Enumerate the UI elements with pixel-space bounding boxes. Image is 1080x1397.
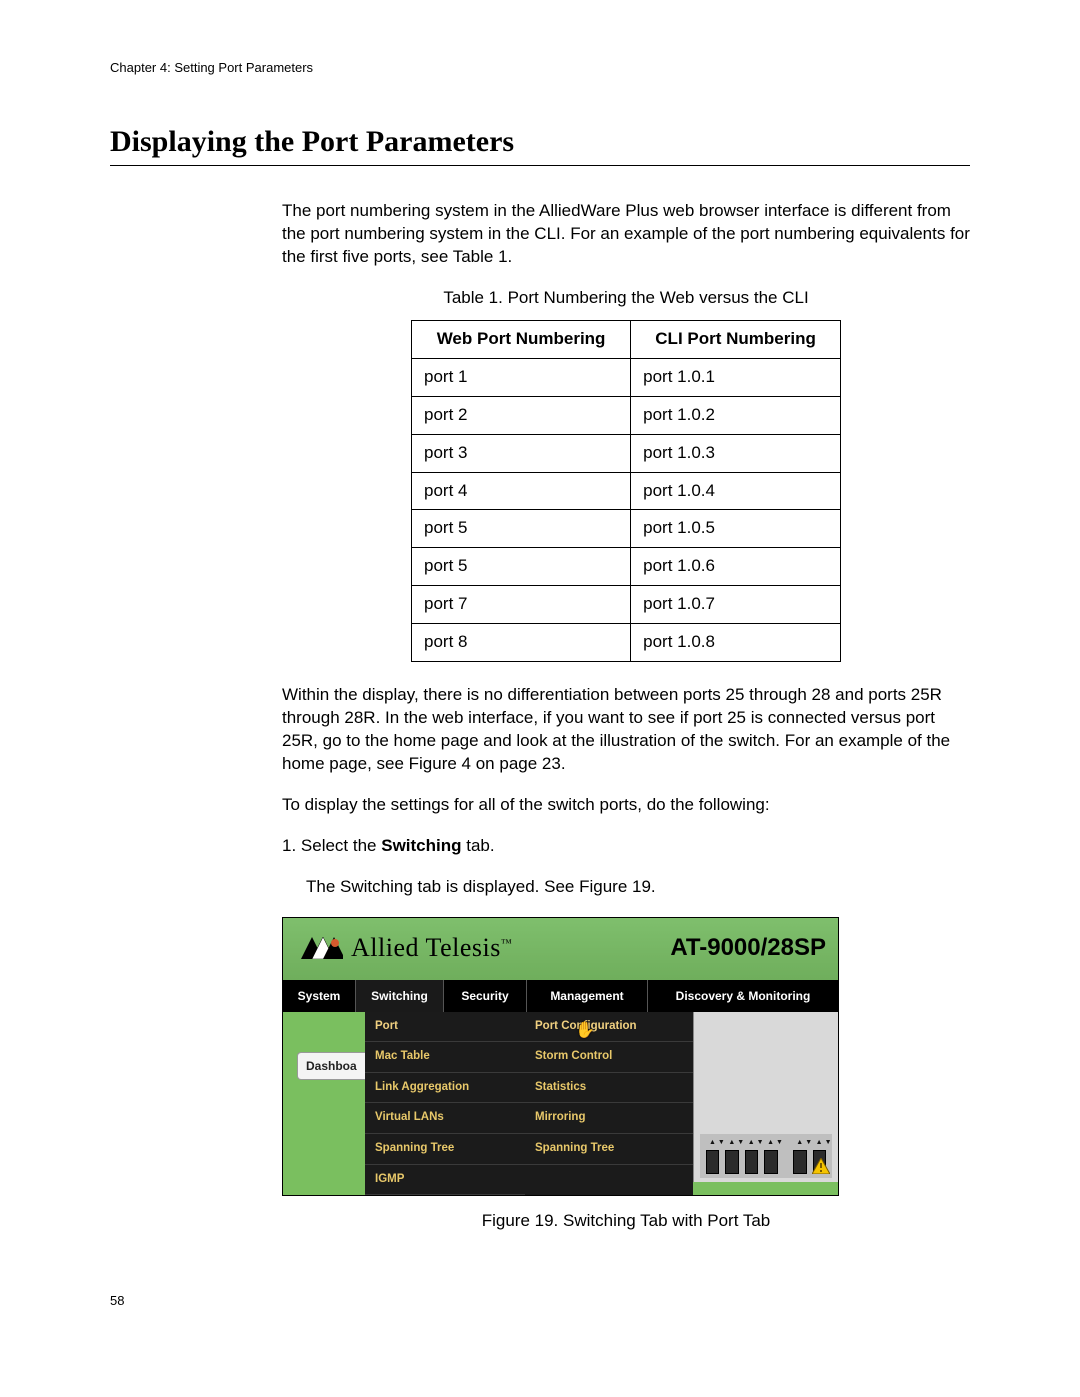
submenu-item-mirroring[interactable]: Mirroring <box>525 1103 693 1134</box>
section-title: Displaying the Port Parameters <box>110 125 970 159</box>
content-area <box>693 1012 838 1182</box>
table-row: port 2port 1.0.2 <box>412 396 841 434</box>
cell-cli: port 1.0.4 <box>631 472 841 510</box>
brand-trademark: ™ <box>501 938 512 950</box>
sidebar: Dashboa <box>297 1012 365 1080</box>
cell-cli: port 1.0.1 <box>631 358 841 396</box>
table-row: port 1port 1.0.1 <box>412 358 841 396</box>
brand-logo-icon <box>301 937 343 959</box>
menu-item-virtual-lans[interactable]: Virtual LANs <box>365 1103 525 1134</box>
brand-name: Allied Telesis <box>351 933 501 962</box>
menu-item-port[interactable]: Port <box>365 1012 525 1043</box>
step-1-bold: Switching <box>381 836 461 855</box>
paragraph-after-table: Within the display, there is no differen… <box>282 684 970 776</box>
menu-item-link-aggregation[interactable]: Link Aggregation <box>365 1073 525 1104</box>
cell-web: port 3 <box>412 434 631 472</box>
section-rule <box>110 165 970 166</box>
port-jack <box>793 1150 806 1174</box>
switching-menu: Port Mac Table Link Aggregation Virtual … <box>365 1012 525 1195</box>
page-number: 58 <box>110 1293 970 1308</box>
menu-item-igmp[interactable]: IGMP <box>365 1165 525 1196</box>
figure-19: Allied Telesis™ AT-9000/28SP System Swit… <box>282 917 970 1233</box>
tab-switching[interactable]: Switching <box>356 980 444 1012</box>
cell-cli: port 1.0.3 <box>631 434 841 472</box>
cell-cli: port 1.0.2 <box>631 396 841 434</box>
brand-text: Allied Telesis™ <box>351 930 512 965</box>
submenu-item-port-configuration[interactable]: Port Configuration <box>525 1012 693 1043</box>
port-jack <box>764 1150 777 1174</box>
port-jack <box>745 1150 758 1174</box>
cell-web: port 5 <box>412 548 631 586</box>
figure-caption: Figure 19. Switching Tab with Port Tab <box>282 1210 970 1233</box>
submenu-item-storm-control[interactable]: Storm Control <box>525 1042 693 1073</box>
cell-web: port 1 <box>412 358 631 396</box>
dropdown-menus: Port Mac Table Link Aggregation Virtual … <box>365 1012 693 1195</box>
table-row: port 8port 1.0.8 <box>412 624 841 662</box>
step-1-suffix: tab. <box>462 836 495 855</box>
tab-discovery-monitoring[interactable]: Discovery & Monitoring <box>648 980 838 1012</box>
tab-security[interactable]: Security <box>444 980 527 1012</box>
brand: Allied Telesis™ <box>301 930 512 965</box>
step-1-prefix: 1. Select the <box>282 836 381 855</box>
device-model: AT-9000/28SP <box>670 932 826 964</box>
submenu-item-statistics[interactable]: Statistics <box>525 1073 693 1104</box>
port-jack <box>725 1150 738 1174</box>
tab-system[interactable]: System <box>283 980 356 1012</box>
cell-web: port 8 <box>412 624 631 662</box>
menu-item-spanning-tree[interactable]: Spanning Tree <box>365 1134 525 1165</box>
submenu-item-spanning-tree[interactable]: Spanning Tree <box>525 1134 693 1165</box>
cell-cli: port 1.0.5 <box>631 510 841 548</box>
cell-cli: port 1.0.8 <box>631 624 841 662</box>
switch-web-ui: Allied Telesis™ AT-9000/28SP System Swit… <box>282 917 839 1196</box>
cell-web: port 2 <box>412 396 631 434</box>
port-submenu: Port Configuration Storm Control Statist… <box>525 1012 693 1195</box>
chapter-header: Chapter 4: Setting Port Parameters <box>110 60 970 75</box>
port-numbering-table: Web Port Numbering CLI Port Numbering po… <box>411 320 841 662</box>
menu-item-mac-table[interactable]: Mac Table <box>365 1042 525 1073</box>
table-header-web: Web Port Numbering <box>412 320 631 358</box>
instruction-paragraph: To display the settings for all of the s… <box>282 794 970 817</box>
ui-body: Dashboa Port Mac Table Link Aggregation … <box>283 1012 838 1195</box>
table-header-cli: CLI Port Numbering <box>631 320 841 358</box>
cell-cli: port 1.0.7 <box>631 586 841 624</box>
cell-web: port 4 <box>412 472 631 510</box>
cell-web: port 5 <box>412 510 631 548</box>
step-1: 1. Select the Switching tab. <box>282 835 970 858</box>
table-row: port 5port 1.0.5 <box>412 510 841 548</box>
intro-paragraph: The port numbering system in the AlliedW… <box>282 200 970 269</box>
table-row: port 7port 1.0.7 <box>412 586 841 624</box>
cell-web: port 7 <box>412 586 631 624</box>
table-caption: Table 1. Port Numbering the Web versus t… <box>282 287 970 310</box>
dashboard-tab[interactable]: Dashboa <box>297 1052 365 1080</box>
step-1-result: The Switching tab is displayed. See Figu… <box>306 876 970 899</box>
warning-icon <box>812 1158 830 1174</box>
ui-header: Allied Telesis™ AT-9000/28SP <box>283 918 838 980</box>
tab-management[interactable]: Management <box>527 980 648 1012</box>
table-row: port 5port 1.0.6 <box>412 548 841 586</box>
table-row: port 4port 1.0.4 <box>412 472 841 510</box>
main-tabs: System Switching Security Management Dis… <box>283 980 838 1012</box>
port-jack <box>706 1150 719 1174</box>
table-row: port 3port 1.0.3 <box>412 434 841 472</box>
cell-cli: port 1.0.6 <box>631 548 841 586</box>
